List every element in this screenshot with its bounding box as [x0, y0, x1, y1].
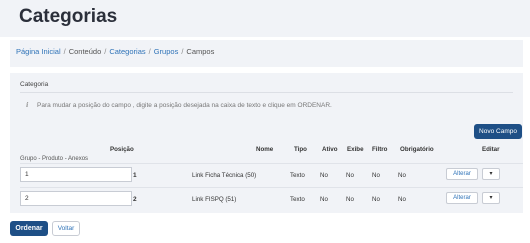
- position-number: 1: [133, 172, 137, 179]
- field-type: Texto: [290, 196, 305, 203]
- field-name: Link FISPQ (51): [192, 196, 237, 203]
- breadcrumb-home[interactable]: Página Inicial: [16, 47, 61, 56]
- table-row: 2 Link FISPQ (51) Texto No No No No Alte…: [20, 187, 523, 210]
- field-active: No: [320, 172, 328, 179]
- header-filter: Filtro: [372, 146, 388, 153]
- chevron-down-icon: ▾: [489, 171, 493, 177]
- header-required: Obrigatório: [400, 146, 434, 153]
- header-active: Ativo: [322, 146, 338, 153]
- field-required: No: [398, 172, 406, 179]
- info-icon: i: [26, 101, 29, 109]
- page-header: Categorias: [0, 0, 530, 37]
- edit-button[interactable]: Alterar: [446, 192, 478, 204]
- field-active: No: [320, 196, 328, 203]
- back-button[interactable]: Voltar: [52, 221, 80, 236]
- position-input[interactable]: [20, 191, 132, 206]
- category-panel: Categoria i Para mudar a posição do campo…: [10, 73, 523, 213]
- breadcrumb-separator: /: [104, 47, 107, 56]
- field-name: Link Ficha Técnica (50): [192, 172, 257, 179]
- position-number: 2: [133, 196, 137, 203]
- panel-divider: [20, 92, 513, 93]
- breadcrumb-campos: Campos: [186, 47, 215, 56]
- field-filter: No: [372, 196, 380, 203]
- header-display: Exibe: [347, 146, 364, 153]
- field-type: Texto: [290, 172, 305, 179]
- breadcrumb: Página Inicial / Conteúdo / Categorias / Grupo…: [10, 40, 523, 67]
- position-input[interactable]: [20, 167, 132, 182]
- breadcrumb-grupos[interactable]: Grupos: [154, 47, 179, 56]
- dropdown-caret-button[interactable]: ▾: [482, 192, 500, 204]
- chevron-down-icon: ▾: [489, 195, 493, 201]
- edit-button[interactable]: Alterar: [446, 168, 478, 180]
- breadcrumb-separator: /: [148, 47, 151, 56]
- field-display: No: [346, 196, 354, 203]
- field-required: No: [398, 196, 406, 203]
- hint-text: i Para mudar a posição do campo , digite …: [26, 101, 332, 109]
- table-row: 1 Link Ficha Técnica (50) Texto No No No…: [20, 163, 523, 186]
- header-type: Tipo: [294, 146, 307, 153]
- table-header: Posição Nome Tipo Ativo Exibe Filtro Obr…: [20, 146, 523, 155]
- page-title: Categorias: [19, 6, 118, 27]
- new-field-button[interactable]: Novo Campo: [474, 124, 522, 139]
- header-edit: Editar: [482, 146, 500, 153]
- header-position: Posição: [110, 146, 134, 153]
- breadcrumb-separator: /: [181, 47, 184, 56]
- dropdown-caret-button[interactable]: ▾: [482, 168, 500, 180]
- field-filter: No: [372, 172, 380, 179]
- header-name: Nome: [256, 146, 274, 153]
- breadcrumb-separator: /: [63, 47, 66, 56]
- order-button[interactable]: Ordenar: [10, 221, 48, 236]
- group-label: Grupo - Produto - Anexos: [20, 156, 89, 162]
- hint-message: Para mudar a posição do campo , digite a…: [37, 102, 332, 109]
- panel-title: Categoria: [20, 81, 49, 88]
- breadcrumb-categorias[interactable]: Categorias: [109, 47, 145, 56]
- breadcrumb-conteudo: Conteúdo: [68, 47, 102, 56]
- field-display: No: [346, 172, 354, 179]
